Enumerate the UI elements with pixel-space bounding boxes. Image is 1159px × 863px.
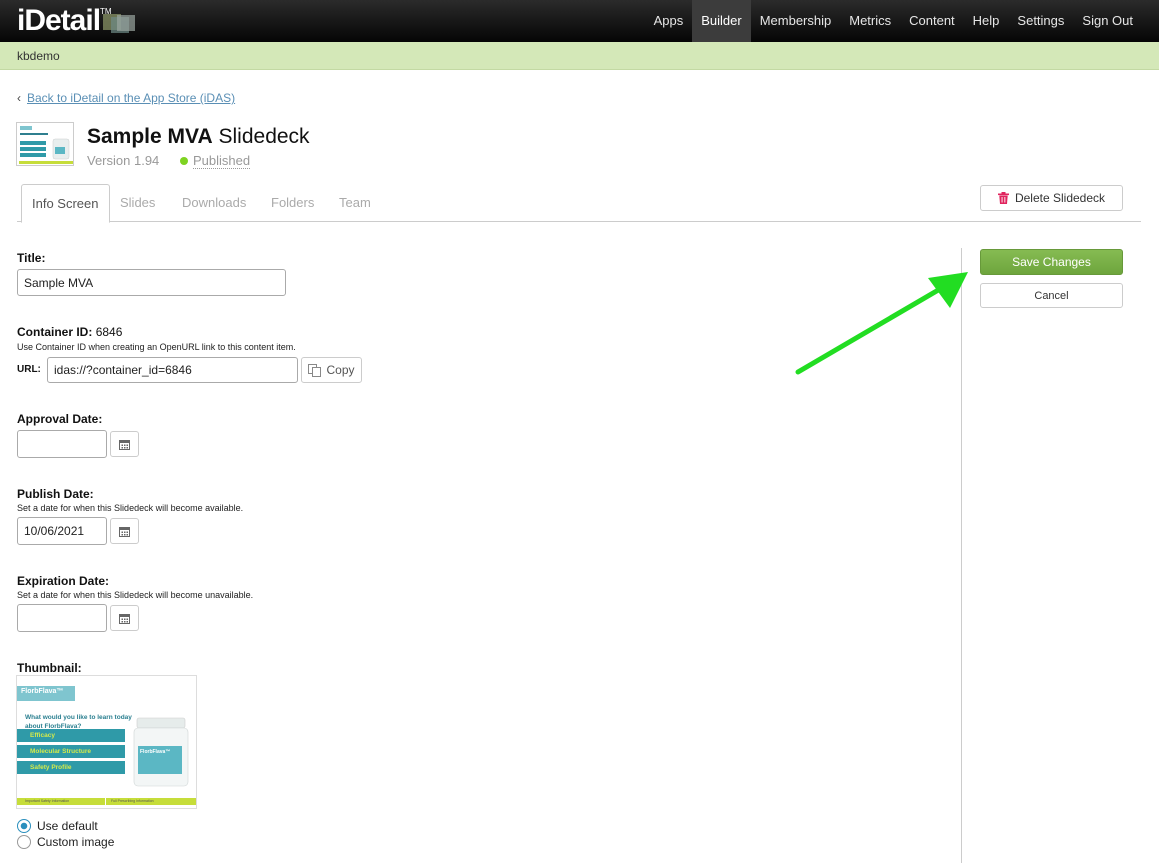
publish-date-input[interactable]: 10/06/2021	[17, 517, 107, 545]
deck-title-name: Sample MVA	[87, 125, 213, 148]
url-input[interactable]: idas://?container_id=6846	[47, 357, 298, 383]
deck-thumbnail-small-graphic	[19, 126, 73, 164]
back-link-label[interactable]: Back to iDetail on the App Store (iDAS)	[27, 91, 235, 105]
calendar-icon	[119, 526, 130, 537]
main-nav: Apps Builder Membership Metrics Content …	[645, 0, 1142, 42]
thumbnail-preview-graphic	[17, 686, 196, 805]
top-navigation-bar: iDetail TM Apps Builder Membership Metric…	[0, 0, 1159, 42]
tab-folders[interactable]: Folders	[261, 184, 324, 222]
nav-membership[interactable]: Membership	[751, 0, 841, 42]
title-label: Title:	[17, 251, 46, 265]
account-name: kbdemo	[17, 49, 60, 63]
thumb-question: What would you like to learn today about…	[25, 714, 132, 730]
thumb-bottle-brand: FlorbFlava™	[140, 749, 171, 755]
copy-button[interactable]: Copy	[301, 357, 362, 383]
deck-title: Sample MVA Slidedeck	[87, 125, 310, 149]
nav-builder[interactable]: Builder	[692, 0, 751, 42]
delete-slidedeck-button[interactable]: Delete Slidedeck	[980, 185, 1123, 211]
status-dot-icon	[180, 157, 188, 165]
nav-sign-out[interactable]: Sign Out	[1073, 0, 1142, 42]
title-input[interactable]: Sample MVA	[17, 269, 286, 296]
url-label: URL:	[17, 364, 41, 375]
thumb-menu-safety: Safety Profile	[30, 764, 72, 771]
save-changes-button[interactable]: Save Changes	[980, 249, 1123, 275]
tab-slides[interactable]: Slides	[110, 184, 165, 222]
publish-date-calendar-button[interactable]	[110, 518, 139, 544]
radio-custom-image[interactable]	[17, 835, 31, 849]
account-bar: kbdemo	[0, 42, 1159, 70]
tab-downloads[interactable]: Downloads	[172, 184, 256, 222]
thumbnail-preview: FlorbFlava™ What would you like to learn…	[16, 675, 197, 809]
deck-status-label: Published	[193, 153, 251, 169]
container-id-help: Use Container ID when creating an OpenUR…	[17, 342, 296, 352]
calendar-icon	[119, 613, 130, 624]
publish-date-help: Set a date for when this Slidedeck will …	[17, 503, 244, 513]
nav-metrics[interactable]: Metrics	[840, 0, 900, 42]
logo-text: iDetail	[17, 4, 101, 37]
publish-date-label: Publish Date:	[17, 487, 94, 501]
approval-date-calendar-button[interactable]	[110, 431, 139, 457]
approval-date-input[interactable]	[17, 430, 107, 458]
thumb-footer-pi: Full Prescribing Information	[111, 799, 154, 803]
deck-thumbnail-small	[16, 122, 74, 166]
container-id-value: 6846	[95, 325, 123, 339]
calendar-icon	[119, 439, 130, 450]
copy-icon	[308, 363, 322, 377]
thumb-footer-isi: Important Safety Information	[25, 799, 70, 803]
nav-apps[interactable]: Apps	[645, 0, 693, 42]
thumb-menu-efficacy: Efficacy	[30, 732, 55, 739]
tab-bar: Info Screen Slides Downloads Folders Tea…	[17, 184, 1141, 223]
trash-icon	[997, 192, 1009, 204]
radio-use-default[interactable]	[17, 819, 31, 833]
logo-mark-icon	[101, 12, 135, 34]
tab-team[interactable]: Team	[329, 184, 381, 222]
container-id-label: Container ID:	[17, 325, 93, 339]
chevron-left-icon: ‹	[17, 91, 21, 105]
nav-content[interactable]: Content	[900, 0, 964, 42]
deck-version: Version 1.94	[87, 153, 160, 168]
idetail-logo[interactable]: iDetail TM	[17, 4, 135, 37]
thumb-menu-molecular: Molecular Structure	[30, 748, 92, 755]
deck-title-type: Slidedeck	[218, 125, 310, 148]
expiration-date-label: Expiration Date:	[17, 574, 110, 588]
expiration-date-help: Set a date for when this Slidedeck will …	[17, 590, 254, 600]
delete-slidedeck-label: Delete Slidedeck	[1014, 191, 1106, 205]
expiration-date-calendar-button[interactable]	[110, 605, 139, 631]
tab-info-screen[interactable]: Info Screen	[21, 184, 110, 223]
expiration-date-input[interactable]	[17, 604, 107, 632]
radio-custom-image-label[interactable]: Custom image	[37, 835, 114, 849]
thumbnail-label: Thumbnail:	[17, 661, 82, 675]
deck-status[interactable]: Published	[180, 153, 251, 169]
nav-help[interactable]: Help	[964, 0, 1009, 42]
nav-settings[interactable]: Settings	[1008, 0, 1073, 42]
cancel-button[interactable]: Cancel	[980, 283, 1123, 308]
copy-label: Copy	[326, 363, 355, 377]
approval-date-label: Approval Date:	[17, 412, 103, 426]
thumb-brand: FlorbFlava™	[21, 688, 64, 695]
back-link[interactable]: ‹ Back to iDetail on the App Store (iDAS)	[17, 91, 235, 105]
container-id-line: Container ID: 6846	[17, 325, 122, 339]
annotation-arrow-icon	[795, 272, 968, 375]
radio-use-default-label[interactable]: Use default	[37, 819, 98, 833]
